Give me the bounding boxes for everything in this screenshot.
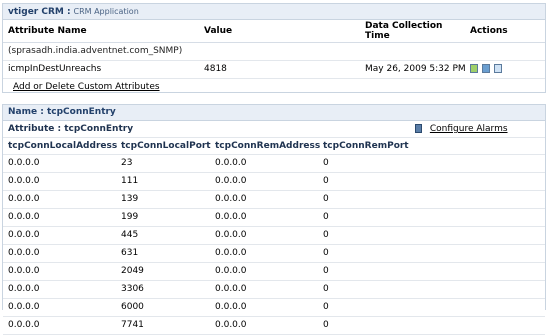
add-link-row: Add or Delete Custom Attributes [3, 79, 545, 96]
cell-local-port: 445 [121, 230, 139, 240]
host-row: (sprasadh.india.adventnet.com_SNMP) [3, 43, 545, 61]
cell-rem-port: 0 [323, 284, 329, 294]
column-header: tcpConnLocalAddress [8, 141, 118, 151]
cell-local-port: 199 [121, 212, 139, 222]
attribute-label: Attribute : tcpConnEntry [8, 124, 134, 134]
table-row: 0.0.0.0 7741 0.0.0.0 0 [3, 317, 545, 335]
cell-local-address: 0.0.0.0 [8, 284, 40, 294]
cell-rem-port: 0 [323, 248, 329, 258]
cell-rem-port: 0 [323, 212, 329, 222]
tcpconnentry-panel: Name : tcpConnEntry Attribute : tcpConnE… [2, 104, 546, 335]
alarm-icon[interactable] [481, 64, 490, 73]
panel-title: Name : tcpConnEntry [3, 105, 545, 121]
cell-local-port: 7741 [121, 320, 144, 330]
add-delete-custom-attributes-link[interactable]: Add or Delete Custom Attributes [13, 79, 160, 96]
attribute-bar: Attribute : tcpConnEntry Configure Alarm… [3, 121, 545, 138]
panel-title: vtiger CRM : CRM Application [3, 4, 545, 20]
cell-local-address: 0.0.0.0 [8, 212, 40, 222]
cell-local-address: 0.0.0.0 [8, 266, 40, 276]
table-header: Attribute Name Value Data Collection Tim… [3, 20, 545, 43]
alarm-icon [415, 124, 422, 133]
attributes-panel: vtiger CRM : CRM Application Attribute N… [2, 3, 546, 93]
table-row: 0.0.0.0 6000 0.0.0.0 0 [3, 299, 545, 317]
table-row: 0.0.0.0 445 0.0.0.0 0 [3, 227, 545, 245]
column-header: tcpConnLocalPort [121, 141, 211, 151]
header-actions: Actions [470, 26, 508, 36]
table-row: 0.0.0.0 3306 0.0.0.0 0 [3, 281, 545, 299]
cell-rem-port: 0 [323, 194, 329, 204]
cell-local-port: 2049 [121, 266, 144, 276]
cell-local-address: 0.0.0.0 [8, 248, 40, 258]
table-name: Name : tcpConnEntry [8, 107, 116, 117]
cell-local-address: 0.0.0.0 [8, 194, 40, 204]
cell-local-address: 0.0.0.0 [8, 230, 40, 240]
monitor-name: vtiger CRM : [8, 7, 71, 17]
column-header: tcpConnRemPort [323, 141, 409, 151]
configure-alarms[interactable]: Configure Alarms [415, 121, 508, 137]
cell-rem-address: 0.0.0.0 [215, 284, 247, 294]
cell-local-port: 3306 [121, 284, 144, 294]
cell-local-address: 0.0.0.0 [8, 158, 40, 168]
cell-rem-port: 0 [323, 266, 329, 276]
table-row: 0.0.0.0 631 0.0.0.0 0 [3, 245, 545, 263]
cell-rem-address: 0.0.0.0 [215, 266, 247, 276]
cell-rem-address: 0.0.0.0 [215, 230, 247, 240]
cell-local-address: 0.0.0.0 [8, 320, 40, 330]
cell-rem-address: 0.0.0.0 [215, 194, 247, 204]
header-value: Value [204, 26, 233, 36]
cell-rem-address: 0.0.0.0 [215, 212, 247, 222]
table-row: 0.0.0.0 139 0.0.0.0 0 [3, 191, 545, 209]
cell-rem-port: 0 [323, 158, 329, 168]
monitor-type: CRM Application [73, 7, 139, 16]
cell-rem-address: 0.0.0.0 [215, 320, 247, 330]
cell-rem-address: 0.0.0.0 [215, 248, 247, 258]
cell-local-port: 631 [121, 248, 139, 258]
table-row: 0.0.0.0 2049 0.0.0.0 0 [3, 263, 545, 281]
table-row: icmpInDestUnreachs 4818 May 26, 2009 5:3… [3, 61, 545, 79]
cell-local-port: 139 [121, 194, 139, 204]
action-icons [469, 61, 502, 78]
attribute-value: 4818 [204, 64, 227, 74]
collection-time: May 26, 2009 5:32 PM [365, 64, 466, 74]
cell-rem-port: 0 [323, 176, 329, 186]
header-attribute-name: Attribute Name [8, 26, 87, 36]
column-header: tcpConnRemAddress [215, 141, 321, 151]
header-data-collection-time: Data Collection Time [365, 21, 443, 41]
table-header: tcpConnLocalAddress tcpConnLocalPort tcp… [3, 138, 545, 155]
attribute-name: icmpInDestUnreachs [8, 64, 102, 74]
cell-rem-address: 0.0.0.0 [215, 176, 247, 186]
cell-rem-port: 0 [323, 230, 329, 240]
chart-icon[interactable] [493, 64, 502, 73]
edit-icon[interactable] [470, 64, 478, 73]
cell-local-port: 111 [121, 176, 139, 186]
table-row: 0.0.0.0 23 0.0.0.0 0 [3, 155, 545, 173]
table-row: 0.0.0.0 111 0.0.0.0 0 [3, 173, 545, 191]
table-row: 0.0.0.0 199 0.0.0.0 0 [3, 209, 545, 227]
configure-alarms-link[interactable]: Configure Alarms [430, 124, 508, 134]
cell-rem-address: 0.0.0.0 [215, 158, 247, 168]
cell-local-port: 23 [121, 158, 133, 168]
host-name: (sprasadh.india.adventnet.com_SNMP) [8, 46, 183, 56]
cell-rem-port: 0 [323, 320, 329, 330]
cell-local-address: 0.0.0.0 [8, 176, 40, 186]
